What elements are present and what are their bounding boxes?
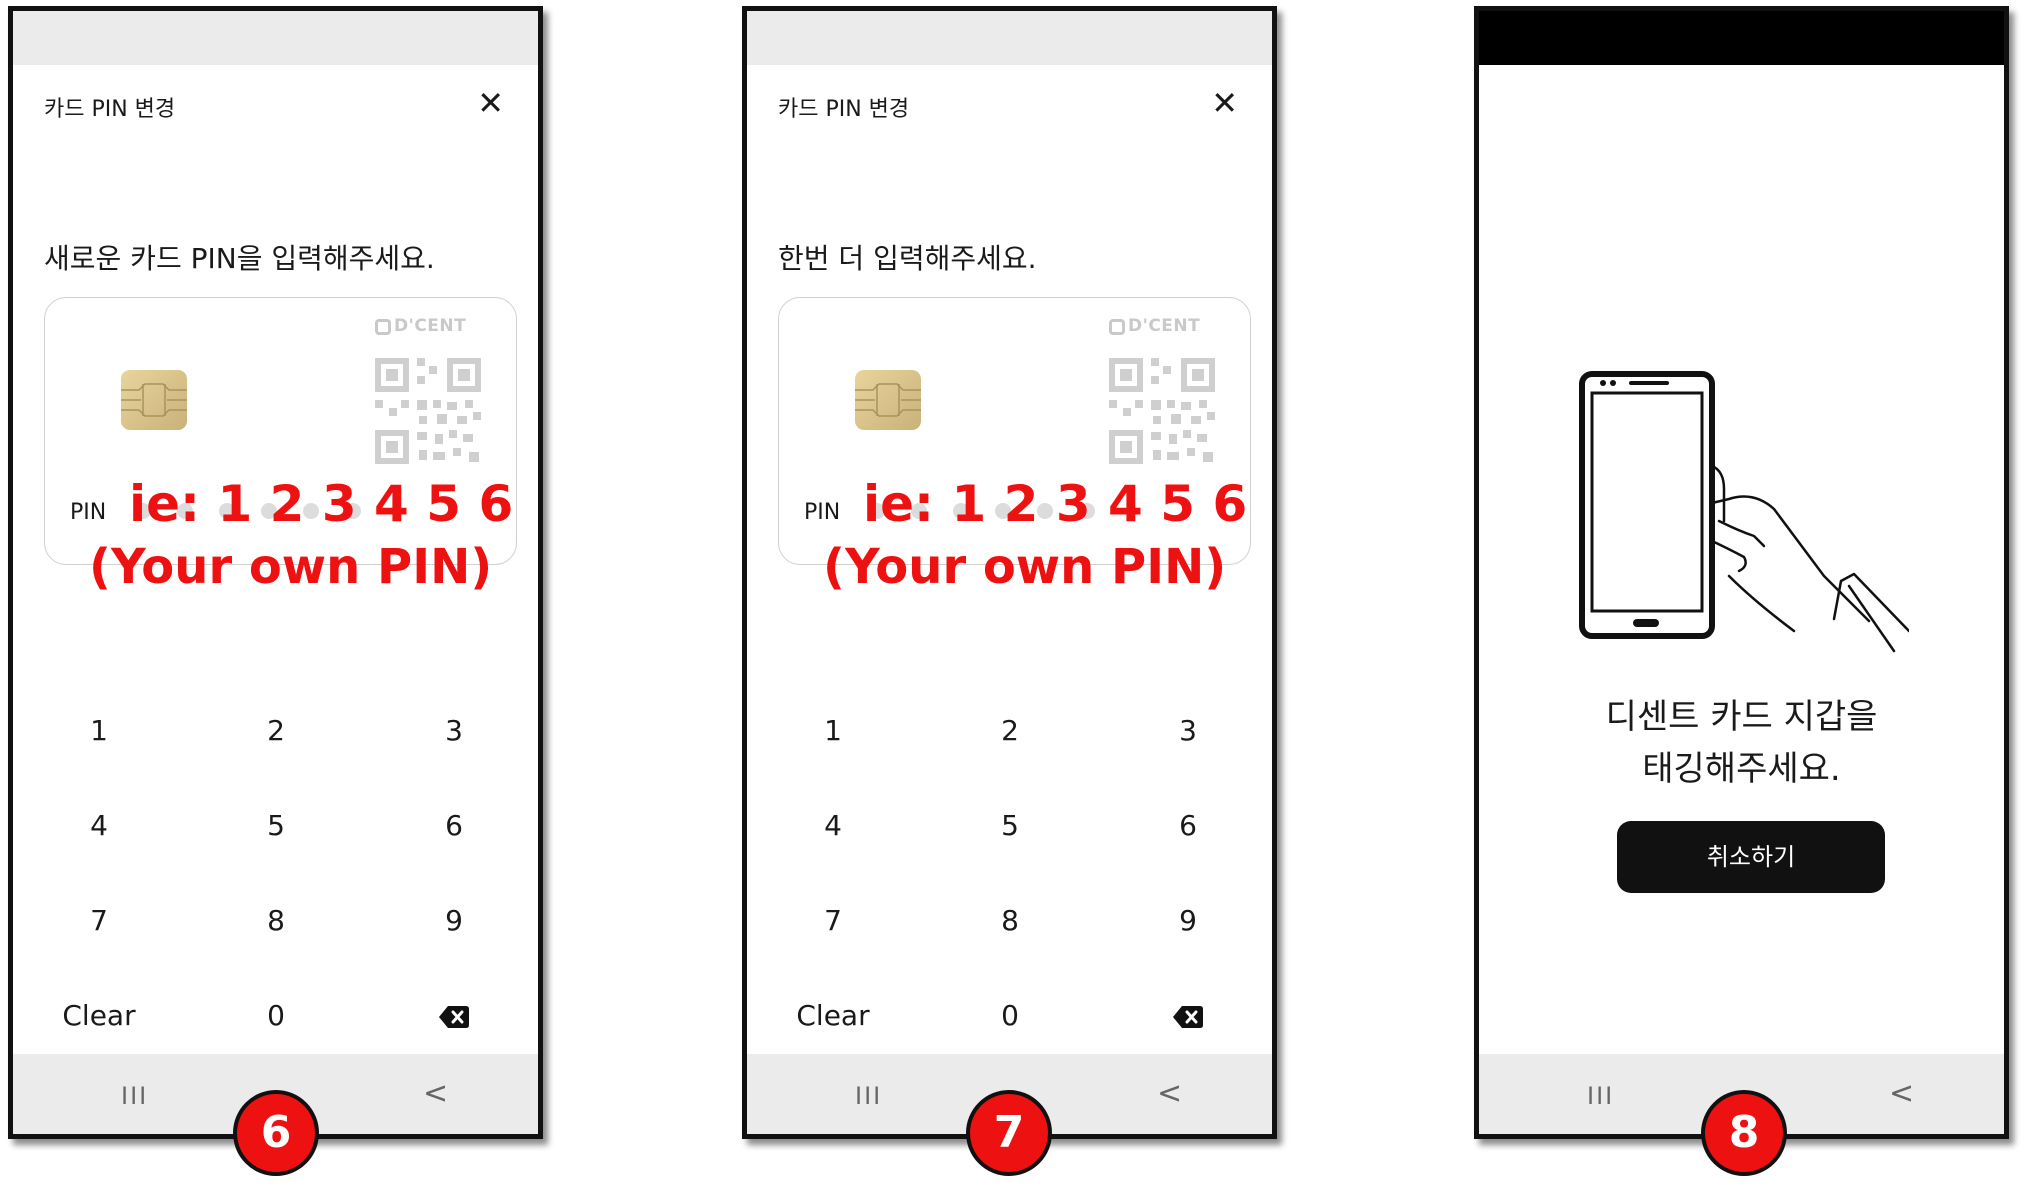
instruction-text: 한번 더 입력해주세요. [778, 242, 1037, 275]
key-5[interactable]: 5 [950, 796, 1070, 856]
key-7[interactable]: 7 [39, 891, 159, 951]
dcent-logo: D'CENT [375, 316, 466, 336]
recents-button[interactable]: III [1587, 1082, 1614, 1110]
clear-button[interactable]: Clear [773, 986, 893, 1046]
backspace-button[interactable] [1128, 986, 1248, 1046]
key-8[interactable]: 8 [950, 891, 1070, 951]
key-1[interactable]: 1 [773, 701, 893, 761]
close-icon[interactable]: ✕ [477, 87, 504, 119]
status-bar [1479, 11, 2004, 65]
phone-screen-step-7: 카드 PIN 변경 ✕ 한번 더 입력해주세요. D'CENT PIN ie: … [742, 6, 1277, 1139]
back-button[interactable]: < [423, 1076, 448, 1111]
dcent-logo: D'CENT [1109, 316, 1200, 336]
recents-button[interactable]: III [121, 1082, 148, 1110]
key-2[interactable]: 2 [950, 701, 1070, 761]
step-badge-6: 6 [233, 1090, 319, 1176]
key-4[interactable]: 4 [39, 796, 159, 856]
backspace-icon [439, 1006, 469, 1028]
phone-screen-step-8: 디센트 카드 지갑을 태깅해주세요. 취소하기 III < [1474, 6, 2009, 1139]
key-9[interactable]: 9 [394, 891, 514, 951]
key-3[interactable]: 3 [1128, 701, 1248, 761]
backspace-button[interactable] [394, 986, 514, 1046]
key-8[interactable]: 8 [216, 891, 336, 951]
pin-label: PIN [804, 500, 841, 525]
key-0[interactable]: 0 [216, 986, 336, 1046]
key-3[interactable]: 3 [394, 701, 514, 761]
phone-screen-step-6: 카드 PIN 변경 ✕ 새로운 카드 PIN을 입력해주세요. D'CENT P… [8, 6, 543, 1139]
clear-button[interactable]: Clear [39, 986, 159, 1046]
tag-card-message: 디센트 카드 지갑을 태깅해주세요. [1605, 697, 1878, 789]
pin-label: PIN [70, 500, 107, 525]
recents-button[interactable]: III [855, 1082, 882, 1110]
key-7[interactable]: 7 [773, 891, 893, 951]
instruction-text: 새로운 카드 PIN을 입력해주세요. [44, 242, 435, 275]
back-button[interactable]: < [1157, 1076, 1182, 1111]
key-5[interactable]: 5 [216, 796, 336, 856]
key-0[interactable]: 0 [950, 986, 1070, 1046]
close-icon[interactable]: ✕ [1211, 87, 1238, 119]
page-title: 카드 PIN 변경 [44, 97, 176, 122]
back-button[interactable]: < [1889, 1076, 1914, 1111]
phone-tap-illustration [1579, 371, 1909, 653]
key-9[interactable]: 9 [1128, 891, 1248, 951]
backspace-icon [1173, 1006, 1203, 1028]
own-pin-annotation: (Your own PIN) [823, 539, 1227, 595]
key-1[interactable]: 1 [39, 701, 159, 761]
key-6[interactable]: 6 [394, 796, 514, 856]
example-pin-annotation: ie: 1 2 3 4 5 6 [863, 475, 1248, 533]
qr-code-icon [375, 358, 481, 464]
own-pin-annotation: (Your own PIN) [89, 539, 493, 595]
cancel-button[interactable]: 취소하기 [1617, 821, 1885, 893]
step-badge-7: 7 [966, 1090, 1052, 1176]
status-bar [747, 11, 1272, 65]
example-pin-annotation: ie: 1 2 3 4 5 6 [129, 475, 514, 533]
card-chip-icon [855, 370, 921, 430]
step-badge-8: 8 [1701, 1090, 1787, 1176]
qr-code-icon [1109, 358, 1215, 464]
page-title: 카드 PIN 변경 [778, 97, 910, 122]
key-6[interactable]: 6 [1128, 796, 1248, 856]
key-2[interactable]: 2 [216, 701, 336, 761]
key-4[interactable]: 4 [773, 796, 893, 856]
status-bar [13, 11, 538, 65]
card-chip-icon [121, 370, 187, 430]
